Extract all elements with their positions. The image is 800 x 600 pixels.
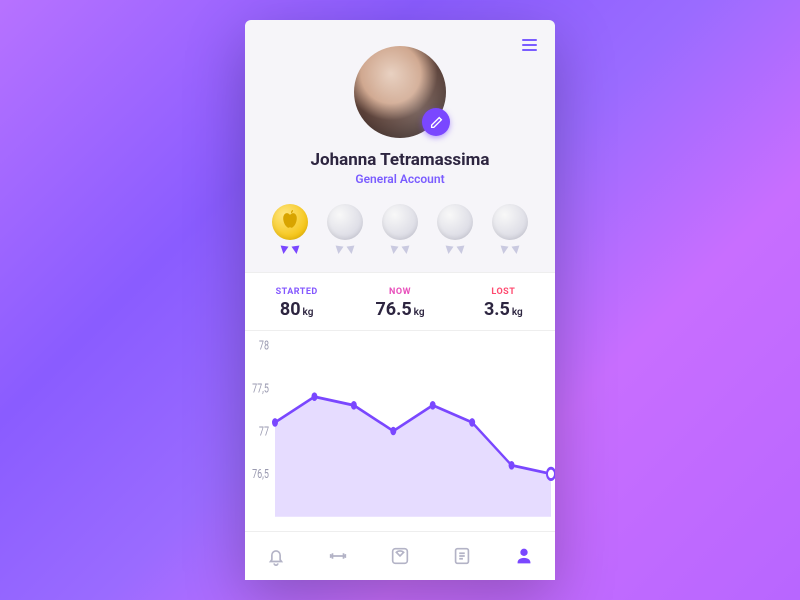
edit-profile-button[interactable]	[422, 108, 450, 136]
svg-text:78: 78	[259, 338, 269, 353]
account-type: General Account	[245, 172, 555, 186]
badge-row	[245, 186, 555, 266]
stat-now: NOW 76.5kg	[348, 287, 451, 320]
badge-locked[interactable]	[324, 204, 366, 254]
badge-earned[interactable]	[269, 204, 311, 254]
nav-weight[interactable]	[389, 545, 411, 567]
medal-silver-icon	[382, 204, 418, 240]
medal-silver-icon	[492, 204, 528, 240]
badge-locked[interactable]	[379, 204, 421, 254]
nav-workouts[interactable]	[327, 545, 349, 567]
bell-icon	[265, 545, 287, 567]
menu-icon[interactable]	[522, 36, 537, 54]
medal-silver-icon	[327, 204, 363, 240]
stat-value: 80kg	[245, 299, 348, 320]
svg-text:77: 77	[259, 424, 269, 439]
badge-locked[interactable]	[489, 204, 531, 254]
stat-value: 76.5kg	[348, 299, 451, 320]
notes-icon	[451, 545, 473, 567]
apple-icon	[272, 204, 308, 240]
stat-value: 3.5kg	[452, 299, 555, 320]
stat-label: STARTED	[245, 287, 348, 297]
stat-started: STARTED 80kg	[245, 287, 348, 320]
nav-logs[interactable]	[451, 545, 473, 567]
medal-gold-icon	[272, 204, 308, 240]
weight-stats: STARTED 80kg NOW 76.5kg LOST 3.5kg	[245, 272, 555, 331]
app-screen: Johanna Tetramassima General Account STA…	[245, 20, 555, 580]
svg-text:77,5: 77,5	[252, 381, 269, 396]
stat-label: LOST	[452, 287, 555, 297]
barbell-icon	[327, 545, 349, 567]
weight-chart[interactable]: 76,5 77 77,5 78	[245, 331, 555, 531]
profile-name: Johanna Tetramassima	[245, 150, 555, 170]
stat-label: NOW	[348, 287, 451, 297]
bottom-nav	[245, 531, 555, 580]
nav-profile[interactable]	[513, 545, 535, 567]
profile-header: Johanna Tetramassima General Account	[245, 20, 555, 186]
pencil-icon	[430, 116, 443, 129]
nav-alerts[interactable]	[265, 545, 287, 567]
medal-silver-icon	[437, 204, 473, 240]
svg-text:76,5: 76,5	[252, 467, 269, 482]
scale-icon	[389, 545, 411, 567]
stat-lost: LOST 3.5kg	[452, 287, 555, 320]
badge-locked[interactable]	[434, 204, 476, 254]
person-icon	[513, 545, 535, 567]
